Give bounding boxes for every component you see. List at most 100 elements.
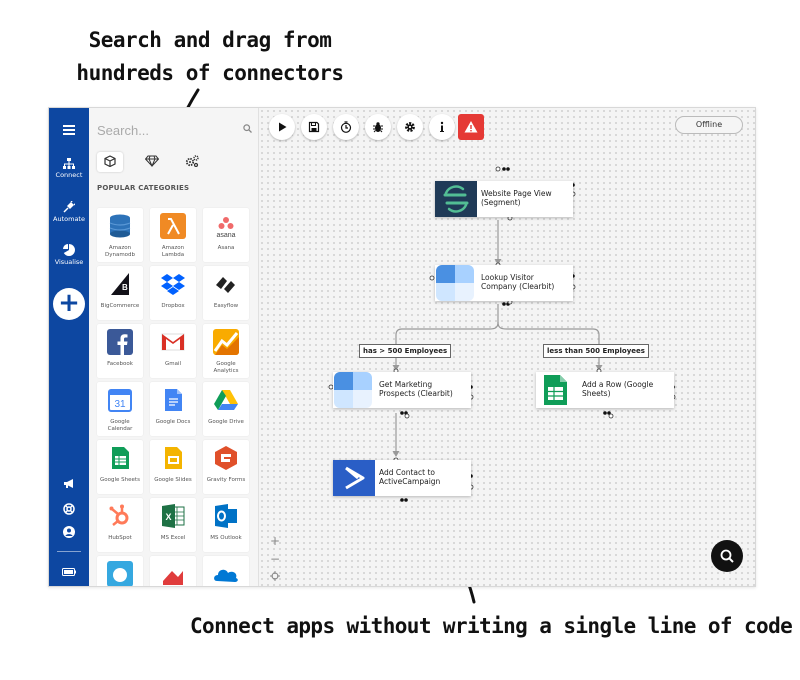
rail-divider bbox=[57, 551, 81, 552]
search-input[interactable] bbox=[97, 123, 237, 138]
connector-gmail[interactable]: Gmail bbox=[150, 324, 196, 378]
connector-google-slides[interactable]: Google Slides bbox=[150, 440, 196, 494]
analytics-icon bbox=[213, 329, 239, 355]
add-button[interactable]: + bbox=[53, 288, 85, 320]
connector-easyflow[interactable]: Easyflow bbox=[203, 266, 249, 320]
search-fab[interactable] bbox=[711, 540, 743, 572]
connector-name: Google Calendar bbox=[107, 419, 133, 432]
rail-item-connect[interactable]: Connect bbox=[49, 158, 89, 179]
connector-google-drive[interactable]: Google Drive bbox=[203, 382, 249, 436]
red-app-icon bbox=[163, 571, 183, 585]
hamburger-icon bbox=[63, 125, 75, 135]
connector-google-docs[interactable]: Google Docs bbox=[150, 382, 196, 436]
connector-hubspot[interactable]: HubSpot bbox=[97, 498, 143, 552]
diamond-icon bbox=[144, 155, 160, 168]
node-segment[interactable]: Website Page View (Segment) bbox=[435, 181, 573, 217]
connector-name: Asana bbox=[217, 245, 235, 251]
gmail-icon bbox=[161, 333, 185, 351]
node-google-sheets[interactable]: Add a Row (Google Sheets) bbox=[536, 372, 674, 408]
connector-name: Google Docs bbox=[155, 419, 191, 425]
connector-facebook[interactable]: Facebook bbox=[97, 324, 143, 378]
connector-name: Amazon Lambda bbox=[161, 245, 185, 258]
segment-icon bbox=[435, 181, 477, 217]
node-title: Add Contact to ActiveCampaign bbox=[379, 468, 441, 486]
easyflow-icon bbox=[216, 277, 235, 293]
connector-amazon-lambda[interactable]: Amazon Lambda bbox=[150, 208, 196, 262]
facebook-icon bbox=[107, 329, 133, 355]
connector-onedrive[interactable] bbox=[203, 556, 249, 586]
connector-asana[interactable]: asana Asana bbox=[203, 208, 249, 262]
node-title: Website Page View (Segment) bbox=[481, 189, 552, 207]
cogs-icon bbox=[185, 155, 199, 168]
connector-name: Google Drive bbox=[208, 419, 244, 425]
gravityforms-icon bbox=[215, 446, 237, 470]
rail-label-connect: Connect bbox=[55, 171, 83, 179]
announcements-button[interactable] bbox=[49, 478, 89, 489]
node-title: Add a Row (Google Sheets) bbox=[582, 380, 654, 398]
connector-google-sheets[interactable]: Google Sheets bbox=[97, 440, 143, 494]
connector-name: Google Sheets bbox=[100, 477, 140, 483]
battery-button[interactable] bbox=[49, 568, 89, 576]
tab-utilities[interactable] bbox=[179, 152, 205, 172]
connector-mailchimp[interactable] bbox=[97, 556, 143, 586]
node-clearbit-prospects[interactable]: Get Marketing Prospects (Clearbit) bbox=[333, 372, 471, 408]
node-title: Get Marketing Prospects (Clearbit) bbox=[379, 380, 453, 398]
connector-bigcommerce[interactable]: B BigCommerce bbox=[97, 266, 143, 320]
connector-red-app[interactable] bbox=[150, 556, 196, 586]
nav-rail: Connect Automate Visualise + bbox=[49, 108, 89, 586]
annotation-top: Search and drag from hundreds of connect… bbox=[60, 24, 360, 90]
megaphone-icon bbox=[64, 479, 73, 488]
svg-text:B: B bbox=[122, 283, 128, 292]
docs-icon bbox=[165, 389, 182, 411]
connector-name: Facebook bbox=[107, 361, 133, 367]
popular-categories-title: POPULAR CATEGORIES bbox=[97, 184, 190, 192]
connector-google-analytics[interactable]: Google Analytics bbox=[203, 324, 249, 378]
connector-name: MS Excel bbox=[160, 535, 186, 541]
menu-button[interactable] bbox=[49, 125, 89, 135]
help-button[interactable] bbox=[49, 503, 89, 515]
connector-ms-outlook[interactable]: MS Outlook bbox=[203, 498, 249, 552]
connector-ms-excel[interactable]: X MS Excel bbox=[150, 498, 196, 552]
app-window: Connect Automate Visualise + Search... P… bbox=[48, 107, 756, 587]
sheets-icon bbox=[112, 447, 129, 469]
hubspot-icon bbox=[109, 504, 129, 526]
tab-apps[interactable] bbox=[97, 152, 123, 172]
connector-panel: POPULAR CATEGORIES Amazon Dynamodb Amazo… bbox=[89, 108, 259, 586]
recenter-button[interactable] bbox=[267, 568, 283, 586]
node-clearbit-lookup[interactable]: Lookup Visitor Company (Clearbit) bbox=[435, 265, 573, 301]
connector-amazon-dynamodb[interactable]: Amazon Dynamodb bbox=[97, 208, 143, 262]
excel-icon: X bbox=[162, 504, 185, 528]
mailchimp-icon bbox=[107, 561, 133, 586]
rail-item-automate[interactable]: Automate bbox=[49, 201, 89, 223]
svg-text:asana: asana bbox=[216, 232, 235, 239]
connector-google-calendar[interactable]: 31 Google Calendar bbox=[97, 382, 143, 436]
annotation-top-line2: hundreds of connectors bbox=[76, 61, 344, 85]
workflow-canvas[interactable]: Offline Website Page View (Segment) Look… bbox=[259, 108, 755, 586]
zoom-out-button[interactable]: − bbox=[267, 550, 283, 568]
clearbit-icon bbox=[334, 372, 372, 408]
tab-premium[interactable] bbox=[139, 152, 165, 172]
branch-label-small[interactable]: less than 500 Employees bbox=[543, 344, 649, 358]
search-icon[interactable] bbox=[243, 124, 252, 133]
lifebuoy-icon bbox=[63, 503, 75, 515]
connector-dropbox[interactable]: Dropbox bbox=[150, 266, 196, 320]
dynamodb-icon bbox=[109, 214, 131, 238]
outlook-icon bbox=[215, 504, 237, 528]
zoom-in-button[interactable]: + bbox=[267, 532, 283, 550]
cube-icon bbox=[104, 155, 116, 168]
branch-label-large[interactable]: has > 500 Employees bbox=[359, 344, 452, 358]
cloud-icon bbox=[214, 569, 238, 582]
rail-item-visualise[interactable]: Visualise bbox=[49, 244, 89, 266]
connector-gravity-forms[interactable]: Gravity Forms bbox=[203, 440, 249, 494]
profile-button[interactable] bbox=[49, 526, 89, 538]
calendar-icon: 31 bbox=[108, 389, 132, 412]
connector-name: Gravity Forms bbox=[206, 477, 246, 483]
annotation-top-line1: Search and drag from bbox=[88, 28, 332, 52]
clearbit-icon bbox=[436, 265, 474, 301]
slides-icon bbox=[165, 447, 182, 469]
node-activecampaign[interactable]: Add Contact to ActiveCampaign bbox=[333, 460, 471, 496]
connector-name: Google Analytics bbox=[213, 361, 239, 374]
svg-text:31: 31 bbox=[114, 399, 126, 410]
connector-name: Amazon Dynamodb bbox=[104, 245, 136, 258]
user-icon bbox=[63, 526, 75, 538]
